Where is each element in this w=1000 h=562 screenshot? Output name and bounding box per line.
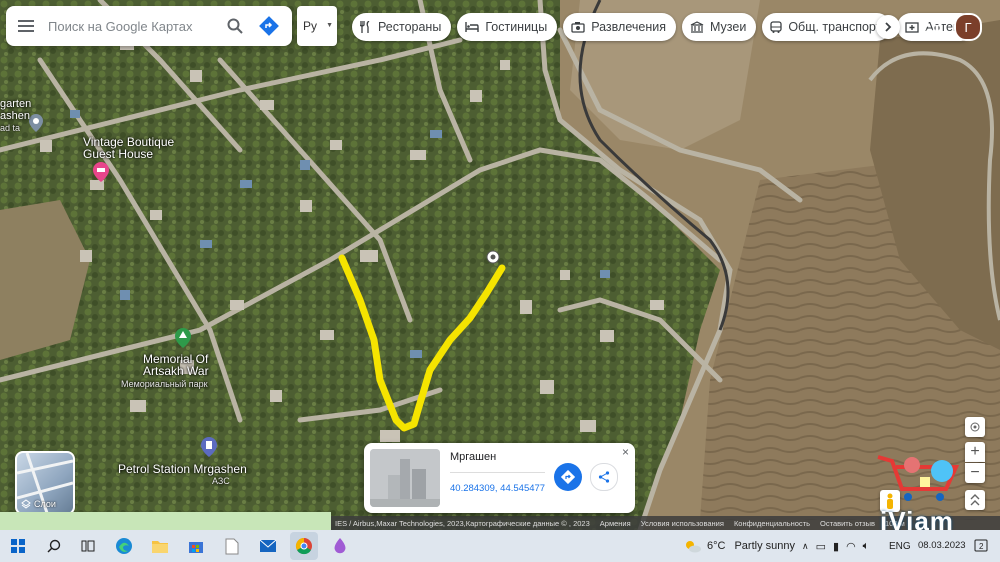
petrol-station-sublabel: АЗС <box>212 476 230 486</box>
system-tray: ∧ ▭ ▮ ◠ 🔈︎ <box>802 530 869 562</box>
network-icon[interactable]: ▭ <box>816 540 826 553</box>
guest-house-label-2[interactable]: Guest House <box>83 148 153 160</box>
chip-restaurants[interactable]: Рестораны <box>352 13 452 41</box>
chevron-right-icon[interactable] <box>876 15 900 39</box>
divider <box>450 472 545 473</box>
windows-logo-icon <box>11 539 25 553</box>
chip-museums[interactable]: Музеи <box>681 13 757 41</box>
account-avatar[interactable]: Г <box>954 13 982 41</box>
camera-icon <box>571 22 585 33</box>
weather-desc: Partly sunny <box>734 540 795 552</box>
chip-label: Музеи <box>709 20 747 34</box>
chip-hotels[interactable]: Гостиницы <box>457 13 558 41</box>
terms-link[interactable]: Условия использования <box>641 519 724 528</box>
memorial-label-2[interactable]: Artsakh War <box>143 365 209 377</box>
loading-strip <box>0 512 331 530</box>
chevron-up-icon[interactable]: ∧ <box>802 541 809 552</box>
gas-station-pin-icon[interactable] <box>201 437 217 462</box>
directions-icon[interactable] <box>252 6 286 46</box>
input-language[interactable]: ENG <box>889 530 911 562</box>
school-pin-icon[interactable] <box>29 114 43 137</box>
edge-browser-icon[interactable] <box>110 532 138 560</box>
battery-icon[interactable]: ▮ <box>833 540 839 553</box>
kindergarten-label: garten <box>0 98 32 110</box>
my-location-button[interactable] <box>965 417 985 437</box>
share-icon <box>598 471 610 483</box>
pharmacy-icon <box>905 22 919 33</box>
partly-sunny-icon <box>686 541 701 553</box>
close-icon[interactable]: × <box>622 445 629 459</box>
task-view-icon[interactable] <box>74 532 102 560</box>
selected-location-pin-icon[interactable] <box>486 250 500 271</box>
chip-transit[interactable]: Общ. транспорт <box>762 13 892 41</box>
directions-icon <box>561 470 575 484</box>
mail-icon[interactable] <box>254 532 282 560</box>
kindergarten-label-3: ad ta <box>0 123 21 133</box>
weather-widget[interactable]: 6°C Partly sunny <box>684 530 795 562</box>
place-card[interactable]: Мргашен 40.284309, 44.545477 × <box>364 443 635 513</box>
place-title: Мргашен <box>450 451 497 463</box>
layers-text: Слои <box>34 499 56 509</box>
volume-icon[interactable]: 🔈︎ <box>863 540 870 553</box>
apps-grid-icon[interactable] <box>926 17 942 38</box>
privacy-link[interactable]: Конфиденциальность <box>734 519 810 528</box>
zoom-out-button[interactable]: − <box>965 463 985 483</box>
search-icon[interactable] <box>218 6 252 46</box>
chip-entertainment[interactable]: Развлечения <box>563 13 676 41</box>
bus-icon <box>770 20 782 33</box>
chip-label: Рестораны <box>378 20 442 34</box>
restaurant-icon <box>360 21 370 33</box>
search-input[interactable] <box>46 17 218 35</box>
location-target-icon <box>970 422 980 432</box>
chrome-browser-icon[interactable] <box>290 532 318 560</box>
place-coordinates[interactable]: 40.284309, 44.545477 <box>450 483 545 494</box>
microsoft-store-icon[interactable] <box>182 532 210 560</box>
park-pin-icon[interactable] <box>175 328 191 353</box>
directions-button[interactable] <box>554 463 582 491</box>
wifi-icon[interactable]: ◠ <box>846 540 856 553</box>
clock[interactable]: 08.03.2023 <box>918 530 966 562</box>
imagery-credit: IES / Airbus,Maxar Technologies, 2023,Ка… <box>335 518 590 528</box>
share-button[interactable] <box>590 463 618 491</box>
chip-label: Общ. транспорт <box>788 20 882 34</box>
chevron-down-icon: ▼ <box>326 22 333 29</box>
expand-icon[interactable] <box>965 490 985 510</box>
memorial-sublabel: Мемориальный парк <box>121 379 208 389</box>
language-value: Ру <box>303 19 318 33</box>
layers-icon <box>21 499 31 509</box>
museum-icon <box>690 21 704 33</box>
hotel-icon <box>465 22 480 32</box>
feedback-link[interactable]: Оставить отзыв <box>820 519 875 528</box>
layers-button[interactable]: Слои <box>15 451 75 515</box>
search-box <box>6 6 292 46</box>
petrol-station-label[interactable]: Petrol Station Mrgashen <box>118 463 247 475</box>
plus-icon: + <box>970 443 980 460</box>
taskbar-search-icon[interactable] <box>40 532 68 560</box>
kindergarten-label-2: ashen <box>0 110 30 122</box>
menu-icon[interactable] <box>6 6 46 46</box>
minus-icon: − <box>970 464 980 481</box>
layers-label: Слои <box>21 499 56 509</box>
zoom-in-button[interactable]: + <box>965 442 985 462</box>
file-explorer-icon[interactable] <box>146 532 174 560</box>
drop-app-icon[interactable] <box>326 532 354 560</box>
notifications-button[interactable]: 2 <box>974 530 988 562</box>
weather-temp: 6°C <box>707 540 726 552</box>
chip-label: Развлечения <box>591 20 666 34</box>
notification-count: 2 <box>979 541 984 551</box>
start-button[interactable] <box>4 532 32 560</box>
hotel-pin-icon[interactable] <box>93 162 109 187</box>
cart-logo-icon <box>876 447 966 514</box>
country-link[interactable]: Армения <box>600 519 631 528</box>
document-icon[interactable] <box>218 532 246 560</box>
language-select[interactable]: Ру ▼ <box>297 6 337 46</box>
chip-label: Гостиницы <box>485 20 548 34</box>
place-thumbnail[interactable] <box>370 449 440 507</box>
clock-date: 08.03.2023 <box>918 540 966 551</box>
